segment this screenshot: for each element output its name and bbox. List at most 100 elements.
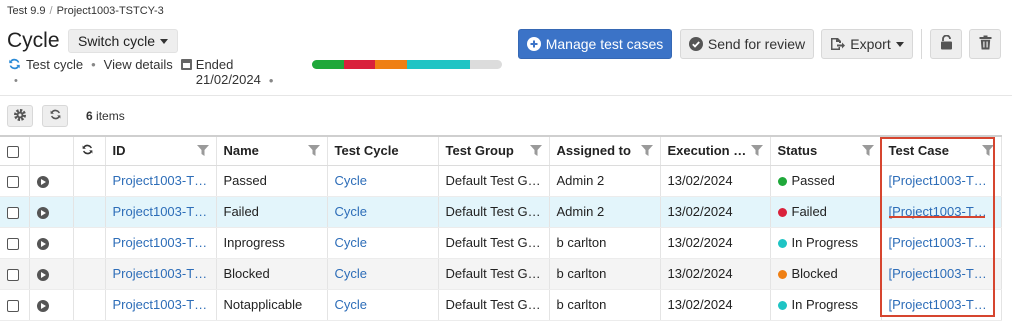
- filter-icon[interactable]: [750, 145, 763, 157]
- export-icon: [830, 37, 846, 51]
- meta-bullet: •: [268, 73, 274, 88]
- execution-id-link[interactable]: Project1003-T…: [105, 258, 217, 290]
- assigned-to: b carlton: [549, 289, 661, 321]
- settings-button[interactable]: [7, 105, 33, 127]
- breadcrumb-current[interactable]: Project1003-TSTCY-3: [57, 5, 164, 17]
- play-icon[interactable]: [36, 238, 49, 250]
- test-cycle-link[interactable]: Cycle: [327, 258, 439, 290]
- column-header-name[interactable]: Name: [216, 135, 328, 166]
- header-divider: [0, 95, 1012, 96]
- execution-id-link[interactable]: Project1003-T…: [105, 289, 217, 321]
- play-icon[interactable]: [36, 207, 49, 219]
- sync-cell: [73, 258, 106, 290]
- table-row[interactable]: Project1003-T… Passed Cycle Default Test…: [0, 165, 1002, 197]
- status-cell: Passed: [770, 165, 882, 197]
- progress-segment: [312, 60, 344, 69]
- row-checkbox[interactable]: [7, 268, 19, 281]
- test-cycle-link[interactable]: Cycle: [327, 196, 439, 228]
- send-for-review-button[interactable]: Send for review: [680, 29, 814, 59]
- column-header-id-label: ID: [112, 143, 126, 159]
- send-for-review-label: Send for review: [707, 36, 806, 52]
- export-button[interactable]: Export: [821, 29, 913, 59]
- filter-icon[interactable]: [529, 145, 542, 157]
- column-header-test-group-label: Test Group: [445, 143, 514, 159]
- column-header-assigned-to-label: Assigned to: [556, 143, 631, 159]
- select-all-checkbox[interactable]: [7, 145, 19, 158]
- test-cycle-link[interactable]: Cycle: [327, 227, 439, 259]
- test-cycle-link[interactable]: Cycle: [327, 289, 439, 321]
- refresh-button[interactable]: [42, 105, 68, 127]
- table-row[interactable]: Project1003-T… Failed Cycle Default Test…: [0, 196, 1002, 228]
- column-header-status-label: Status: [777, 143, 818, 159]
- test-case-link[interactable]: [Project1003-T…: [881, 258, 1002, 290]
- column-header-id[interactable]: ID: [105, 135, 217, 166]
- column-header-test-case[interactable]: Test Case: [881, 135, 1002, 166]
- test-executions-table: ID Name Test Cycle Test Group Assigned t…: [0, 135, 1002, 321]
- manage-test-cases-label: Manage test cases: [545, 36, 664, 52]
- test-group: Default Test Gr…: [438, 258, 550, 290]
- manage-test-cases-button[interactable]: Manage test cases: [518, 29, 672, 59]
- page-title: Cycle: [7, 29, 60, 52]
- switch-cycle-button[interactable]: Switch cycle: [68, 29, 179, 53]
- play-icon[interactable]: [36, 269, 49, 281]
- delete-button[interactable]: [969, 29, 1001, 59]
- test-case-link[interactable]: [Project1003-T…: [881, 165, 1002, 197]
- caret-down-icon: [895, 41, 904, 47]
- table-row[interactable]: Project1003-T… Inprogress Cycle Default …: [0, 227, 1002, 259]
- check-circle-icon: [688, 37, 703, 51]
- filter-icon[interactable]: [196, 145, 209, 157]
- row-checkbox[interactable]: [7, 237, 19, 250]
- filter-icon[interactable]: [307, 145, 320, 157]
- progress-segment: [375, 60, 408, 69]
- execution-id-link[interactable]: Project1003-T…: [105, 227, 217, 259]
- filter-icon[interactable]: [861, 145, 874, 157]
- column-header-assigned-to[interactable]: Assigned to: [549, 135, 661, 166]
- execution-id-link[interactable]: Project1003-T…: [105, 196, 217, 228]
- cycle-meta: Test cycle • View details Ended 21/02/20…: [7, 57, 281, 88]
- execution-date: 13/02/2024: [660, 258, 771, 290]
- table-row[interactable]: Project1003-T… Notapplicable Cycle Defau…: [0, 289, 1002, 321]
- table-row[interactable]: Project1003-T… Blocked Cycle Default Tes…: [0, 258, 1002, 290]
- status-label: Failed: [791, 204, 827, 219]
- cycle-type: Test cycle: [26, 57, 84, 72]
- unlock-button[interactable]: [930, 29, 962, 59]
- row-checkbox[interactable]: [7, 175, 19, 188]
- column-header-status[interactable]: Status: [770, 135, 882, 166]
- filter-icon[interactable]: [640, 145, 653, 157]
- column-header-test-cycle[interactable]: Test Cycle: [327, 135, 439, 166]
- test-cycle-link[interactable]: Cycle: [327, 165, 439, 197]
- breadcrumb-parent[interactable]: Test 9.9: [7, 5, 46, 17]
- toolbar-divider: [921, 29, 922, 59]
- sync-cell: [73, 165, 106, 197]
- column-header-test-group[interactable]: Test Group: [438, 135, 550, 166]
- filter-icon[interactable]: [981, 145, 994, 157]
- ended-info: Ended 21/02/2024: [180, 57, 261, 87]
- execution-name: Failed: [216, 196, 328, 228]
- item-count: 6 items: [86, 109, 125, 123]
- view-details-link[interactable]: View details: [104, 57, 173, 72]
- play-icon[interactable]: [36, 300, 49, 312]
- assigned-to: b carlton: [549, 258, 661, 290]
- status-cell: Blocked: [770, 258, 882, 290]
- progress-segment: [407, 60, 471, 69]
- execution-date: 13/02/2024: [660, 289, 771, 321]
- test-case-link[interactable]: [Project1003-T…: [881, 227, 1002, 259]
- test-case-link[interactable]: [Project1003-T…: [881, 289, 1002, 321]
- status-label: Passed: [791, 173, 835, 188]
- row-checkbox[interactable]: [7, 299, 19, 312]
- meta-bullet: •: [14, 75, 18, 87]
- execution-name: Passed: [216, 165, 328, 197]
- test-case-link[interactable]: [Project1003-T…: [881, 196, 1002, 228]
- assigned-to: Admin 2: [549, 165, 661, 197]
- assigned-to: Admin 2: [549, 196, 661, 228]
- item-count-suffix: items: [96, 109, 125, 123]
- status-dot-icon: [777, 208, 787, 217]
- play-icon[interactable]: [36, 176, 49, 188]
- refresh-icon: [49, 108, 62, 124]
- column-header-execution[interactable]: Execution …: [660, 135, 771, 166]
- status-dot-icon: [777, 270, 787, 279]
- execution-id-link[interactable]: Project1003-T…: [105, 165, 217, 197]
- sync-cell: [73, 196, 106, 228]
- row-checkbox[interactable]: [7, 206, 19, 219]
- switch-cycle-label: Switch cycle: [78, 33, 156, 49]
